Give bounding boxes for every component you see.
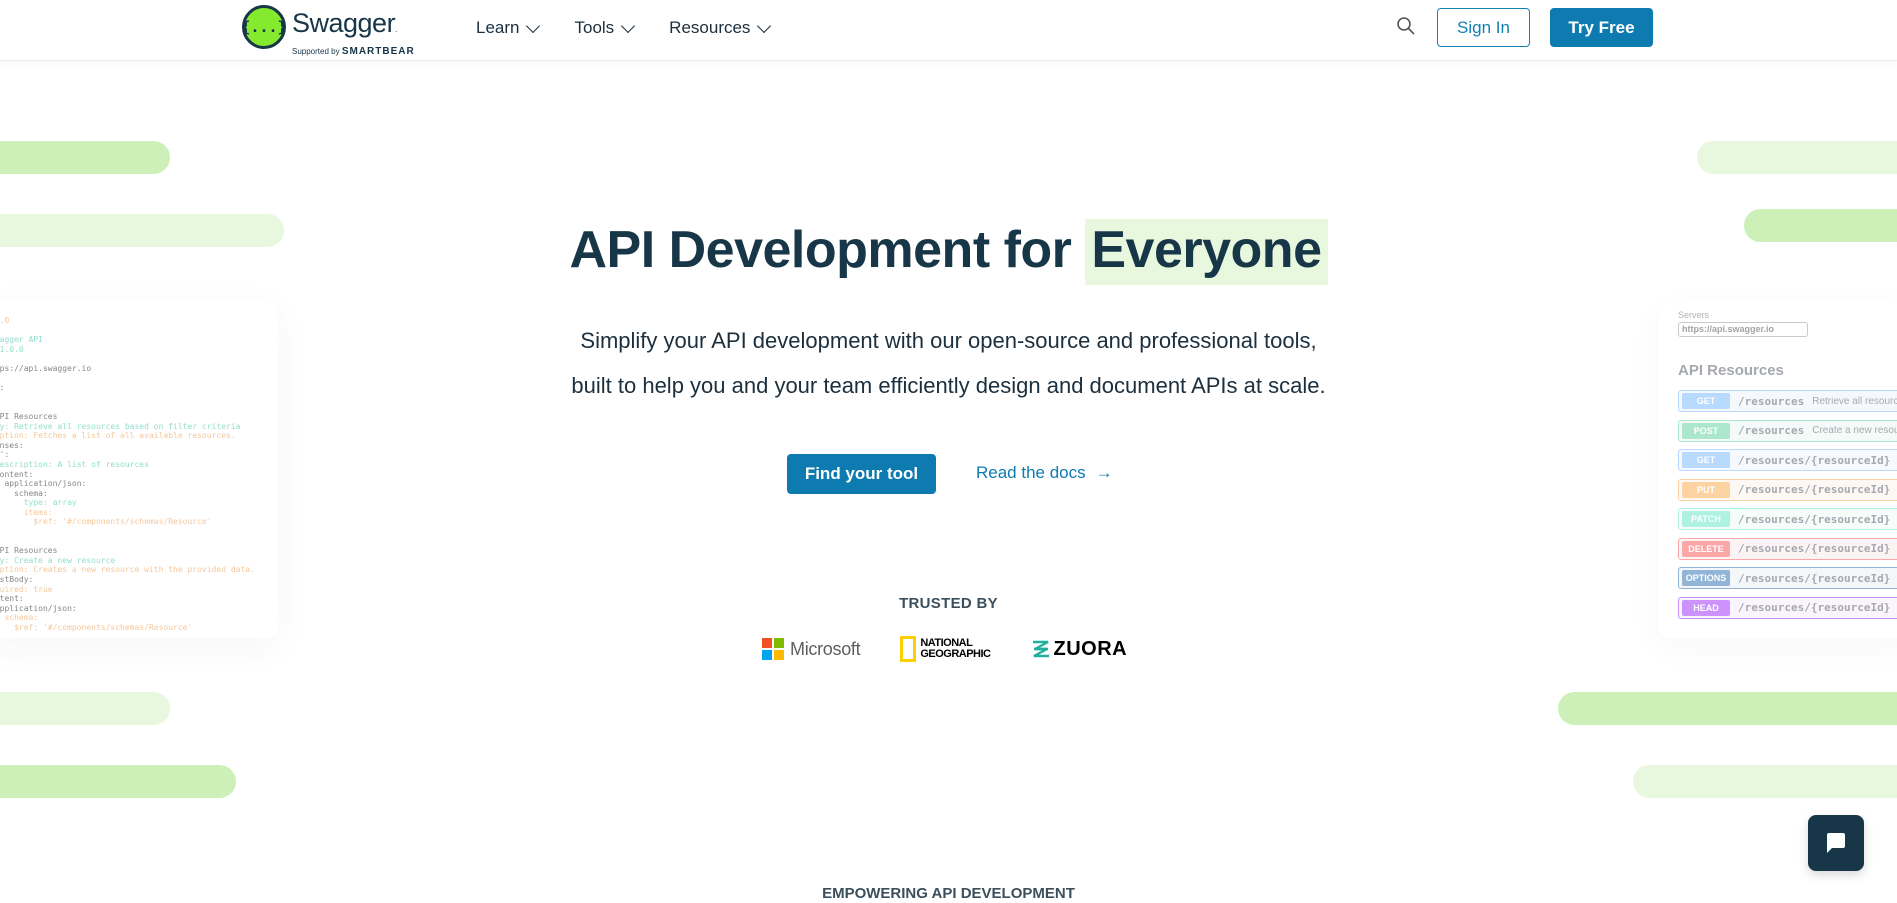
endpoint-method: PATCH: [1682, 511, 1730, 527]
trusted-by-label: TRUSTED BY: [899, 595, 998, 612]
microsoft-icon: [762, 638, 784, 660]
endpoint-path: /resources/{resourceId}: [1738, 483, 1891, 496]
code-line: ription: Fetches a list of all available…: [0, 431, 236, 441]
code-line: type: array: [23, 498, 77, 508]
code-line: API Resources: [0, 546, 58, 556]
nav-resources[interactable]: Resources: [669, 18, 772, 38]
code-line: schema:: [4, 613, 39, 623]
endpoint-row: GET/resources/{resourceId}Re: [1678, 449, 1897, 471]
decorative-bar: [1558, 692, 1897, 725]
code-line: schema:: [14, 488, 48, 498]
swagger-logo-icon: {...}: [241, 5, 287, 49]
code-line: content:: [0, 469, 34, 479]
hero-title: API Development for Everyone: [0, 219, 1897, 285]
code-line: :: [0, 537, 255, 547]
code-line: equired: true: [0, 584, 53, 594]
hero-title-highlight: Everyone: [1085, 219, 1328, 285]
microsoft-name: Microsoft: [790, 638, 861, 659]
nav-learn[interactable]: Learn: [476, 18, 541, 38]
main-nav: Learn Tools Resources: [476, 18, 805, 38]
code-line: API Resources: [0, 411, 58, 421]
endpoint-method: DELETE: [1682, 540, 1730, 557]
try-free-button[interactable]: Try Free: [1550, 8, 1653, 47]
zuora-logo: ZUORA: [1031, 638, 1128, 661]
decorative-bar: [0, 141, 170, 174]
decorative-bar: [1697, 141, 1897, 174]
chevron-down-icon: [526, 18, 541, 33]
hero-subtitle-line: built to help you and your team efficien…: [571, 373, 1326, 398]
endpoint-description: Create a new resource: [1812, 425, 1897, 436]
chevron-down-icon: [757, 18, 772, 33]
read-the-docs-link[interactable]: Read the docs →: [976, 463, 1113, 483]
nav-learn-label: Learn: [476, 18, 520, 37]
endpoint-row: DELETE/resources/{resourceId}De: [1678, 537, 1897, 560]
code-line: 00':: [0, 450, 10, 460]
endpoint-path: /resources/{resourceId}: [1738, 453, 1891, 467]
code-line: ary: Create a new resource: [0, 555, 116, 565]
arrow-right-icon: →: [1095, 463, 1113, 482]
decorative-bar: [0, 692, 170, 725]
code-line: uestBody:: [0, 575, 34, 585]
hero-title-text: API Development for: [569, 221, 1072, 279]
endpoint-list: GET/resourcesRetrieve all resourcesPOST/…: [1678, 390, 1897, 626]
microsoft-logo: Microsoft: [762, 638, 861, 660]
endpoint-method: GET: [1682, 452, 1730, 468]
zuora-mark-icon: [1032, 640, 1049, 658]
endpoint-row: PUT/resources/{resourceId}Up: [1678, 478, 1897, 501]
code-line: items:: [23, 507, 53, 517]
endpoint-method: PUT: [1682, 481, 1730, 498]
nav-tools-label: Tools: [574, 18, 615, 37]
trusted-logos: Microsoft NATIONAL GEOGRAPHIC ZUORA: [762, 636, 1127, 662]
code-line: ary: Retrieve all resources based on fil…: [0, 421, 241, 431]
decorative-bar: [0, 765, 236, 798]
sign-in-button[interactable]: Sign In: [1437, 8, 1530, 47]
hero-subtitle-line: Simplify your API development with our o…: [580, 328, 1317, 353]
hero-subtitle: Simplify your API development with our o…: [0, 318, 1897, 408]
swagger-logo[interactable]: {...} Swagger. Supported by SMARTBEAR: [241, 5, 415, 57]
logo-text: Swagger. Supported by SMARTBEAR: [292, 9, 415, 57]
chevron-down-icon: [621, 18, 636, 33]
chat-button[interactable]: [1808, 815, 1864, 871]
code-line: $ref: '#/components/schemas/Resource': [0, 623, 193, 632]
nav-resources-label: Resources: [669, 18, 751, 37]
endpoint-row: POST/resources Create a new resource: [1678, 419, 1897, 442]
code-line: $ref: '#/components/schemas/Resource': [0, 517, 212, 527]
site-header: {...} Swagger. Supported by SMARTBEAR Le…: [0, 0, 1897, 61]
decorative-bar: [1633, 765, 1897, 798]
endpoint-path: /resources/{resourceId}: [1738, 571, 1891, 585]
section-heading: EMPOWERING API DEVELOPMENT: [822, 885, 1075, 902]
nav-tools[interactable]: Tools: [574, 18, 636, 38]
endpoint-method: POST: [1682, 422, 1730, 439]
chat-icon: [1827, 833, 1845, 853]
code-line: ription: Creates a new resource with the…: [0, 565, 255, 575]
endpoint-path: /resources/{resourceId}: [1738, 512, 1891, 526]
code-line: ponses:: [0, 440, 24, 450]
supported-by: Supported by SMARTBEAR: [292, 46, 415, 57]
code-line: application/json:: [4, 479, 87, 489]
national-geographic-logo: NATIONAL GEOGRAPHIC: [900, 636, 991, 662]
read-the-docs-label: Read the docs: [976, 463, 1086, 482]
code-line: description: A list of resources: [0, 459, 149, 469]
endpoint-method: OPTIONS: [1682, 570, 1730, 586]
brand-name: Swagger.: [292, 8, 397, 38]
find-your-tool-button[interactable]: Find your tool: [787, 454, 936, 494]
natgeo-frame-icon: [900, 636, 917, 662]
natgeo-name: NATIONAL GEOGRAPHIC: [920, 637, 991, 660]
zuora-name: ZUORA: [1053, 637, 1128, 660]
endpoint-path: /resources: [1738, 424, 1805, 437]
endpoint-row: PATCH/resources/{resourceId}Pa: [1678, 508, 1897, 530]
endpoint-path: /resources/{resourceId}: [1738, 542, 1891, 555]
search-icon[interactable]: [1396, 16, 1416, 36]
endpoint-row: OPTIONS/resources/{resourceId}Re: [1678, 567, 1897, 589]
